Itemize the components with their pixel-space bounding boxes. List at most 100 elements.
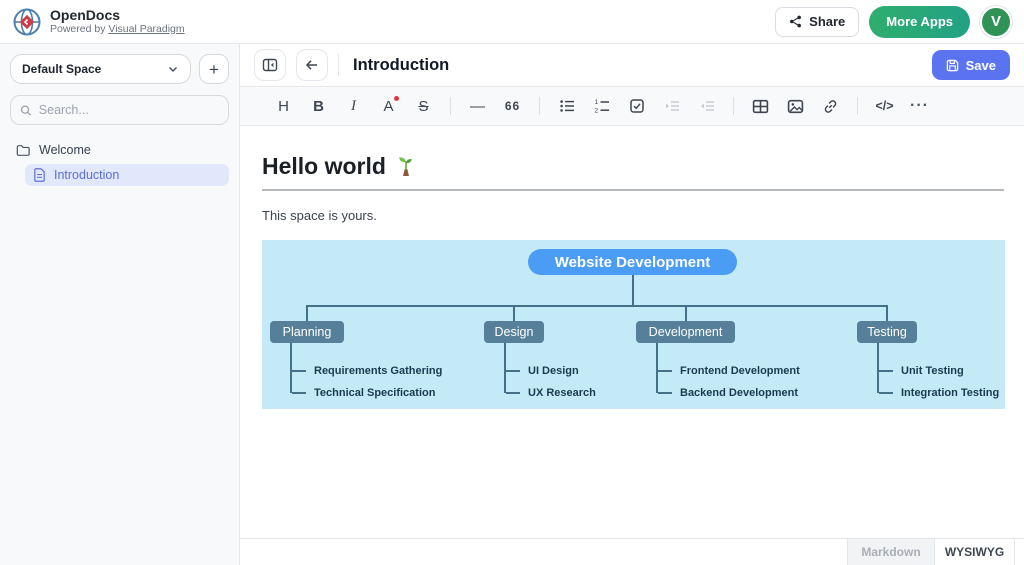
mindmap-connector-line (506, 392, 520, 394)
numbered-list-button[interactable]: 1 2 (588, 93, 615, 120)
folder-icon (16, 144, 30, 157)
mindmap-child-label: Integration Testing (901, 387, 999, 399)
text-color-icon: A (383, 98, 393, 115)
checkbox-icon (629, 98, 645, 114)
search-icon (20, 104, 32, 117)
mindmap-connector-line (292, 392, 306, 394)
bullet-list-icon (559, 98, 575, 114)
back-button[interactable] (296, 49, 328, 81)
outdent-button[interactable] (693, 93, 720, 120)
mindmap-connector-line (658, 370, 672, 372)
editor-footer: Markdown WYSIWYG (240, 538, 1024, 565)
mindmap-connector-line (879, 370, 893, 372)
app-header: OpenDocs Powered by Visual Paradigm Shar… (0, 0, 1024, 44)
search-input[interactable] (39, 103, 219, 117)
mindmap-connector-line (877, 343, 879, 393)
opendocs-logo-icon (12, 7, 42, 37)
toolbar-separator (733, 97, 734, 115)
link-button[interactable] (817, 93, 844, 120)
document-icon (33, 168, 46, 182)
mindmap-connector-line (879, 392, 893, 394)
space-selector[interactable]: Default Space (10, 54, 191, 84)
image-icon (787, 98, 804, 115)
italic-button[interactable]: I (340, 93, 367, 120)
mindmap-connector-line (292, 370, 306, 372)
editor-content[interactable]: Hello world This space is yours. Website… (240, 126, 1024, 538)
toolbar-separator (450, 97, 451, 115)
mindmap-child-label: UI Design (528, 365, 579, 377)
brand: OpenDocs Powered by Visual Paradigm (12, 7, 185, 37)
mindmap-connector-line (656, 343, 658, 393)
ellipsis-icon: ··· (910, 97, 929, 115)
task-list-button[interactable] (623, 93, 650, 120)
page-title: Introduction (353, 56, 449, 75)
mindmap-connector-line (513, 305, 515, 321)
formatting-toolbar: H B I A S — 66 1 2 (240, 87, 1024, 126)
app-title: OpenDocs (50, 8, 185, 23)
horizontal-rule-button[interactable]: — (464, 93, 491, 120)
table-icon (752, 98, 769, 115)
text-color-button[interactable]: A (375, 93, 402, 120)
mindmap-branch-node: Planning (270, 321, 344, 343)
mindmap-connector-line (504, 343, 506, 393)
tab-wysiwyg[interactable]: WYSIWYG (935, 539, 1015, 565)
bold-button[interactable]: B (305, 93, 332, 120)
image-button[interactable] (782, 93, 809, 120)
svg-text:2: 2 (594, 108, 598, 115)
save-button[interactable]: Save (932, 50, 1010, 80)
toolbar-separator (857, 97, 858, 115)
main-panel: Introduction Save H B I A S — 66 (240, 44, 1024, 565)
outdent-icon (699, 98, 715, 114)
title-bar: Introduction Save (240, 44, 1024, 87)
mindmap-connector-line (307, 305, 887, 307)
link-icon (822, 98, 839, 115)
toolbar-separator (539, 97, 540, 115)
heading-button[interactable]: H (270, 93, 297, 120)
chevron-down-icon (167, 63, 179, 75)
mindmap-connector-line (506, 370, 520, 372)
page-tree: Welcome Introduction (10, 139, 229, 186)
mindmap-child-label: Frontend Development (680, 365, 800, 377)
indent-icon (664, 98, 680, 114)
sidebar-item-introduction[interactable]: Introduction (25, 164, 229, 186)
seedling-emoji (395, 156, 417, 178)
panel-toggle-icon (262, 57, 278, 73)
bullet-list-button[interactable] (553, 93, 580, 120)
mindmap-root-node: Website Development (528, 249, 737, 275)
svg-text:1: 1 (594, 99, 598, 106)
mindmap-branch-node: Design (484, 321, 544, 343)
table-button[interactable] (747, 93, 774, 120)
mindmap-child-label: Backend Development (680, 387, 798, 399)
mindmap-connector-line (658, 392, 672, 394)
indent-button[interactable] (658, 93, 685, 120)
strikethrough-button[interactable]: S (410, 93, 437, 120)
save-icon (946, 59, 959, 72)
powered-by: Powered by Visual Paradigm (50, 23, 185, 36)
mindmap-branch-node: Development (636, 321, 735, 343)
search-box[interactable] (10, 95, 229, 125)
mindmap-child-label: Requirements Gathering (314, 365, 442, 377)
mindmap-connector-line (632, 275, 634, 305)
toggle-sidebar-button[interactable] (254, 49, 286, 81)
mindmap-branch-node: Testing (857, 321, 917, 343)
mindmap-connector-line (306, 305, 308, 321)
blockquote-button[interactable]: 66 (499, 93, 526, 120)
visual-paradigm-link[interactable]: Visual Paradigm (108, 23, 184, 35)
share-button[interactable]: Share (775, 7, 859, 37)
mindmap-child-label: UX Research (528, 387, 596, 399)
mindmap-diagram[interactable]: Website Development Planning Requirements … (262, 240, 1005, 409)
tab-markdown[interactable]: Markdown (847, 539, 935, 565)
arrow-left-icon (304, 57, 320, 73)
more-tools-button[interactable]: ··· (906, 93, 933, 120)
add-space-button[interactable]: + (199, 54, 229, 84)
quote-icon: 66 (505, 99, 520, 113)
more-apps-button[interactable]: More Apps (869, 6, 970, 38)
titlebar-divider (338, 54, 339, 76)
mindmap-child-label: Technical Specification (314, 387, 435, 399)
code-block-button[interactable]: </> (871, 93, 898, 120)
code-icon: </> (875, 99, 893, 113)
sidebar-item-welcome[interactable]: Welcome (10, 139, 229, 161)
user-avatar[interactable]: V (980, 6, 1012, 38)
mindmap-connector-line (290, 343, 292, 393)
mindmap-child-label: Unit Testing (901, 365, 964, 377)
